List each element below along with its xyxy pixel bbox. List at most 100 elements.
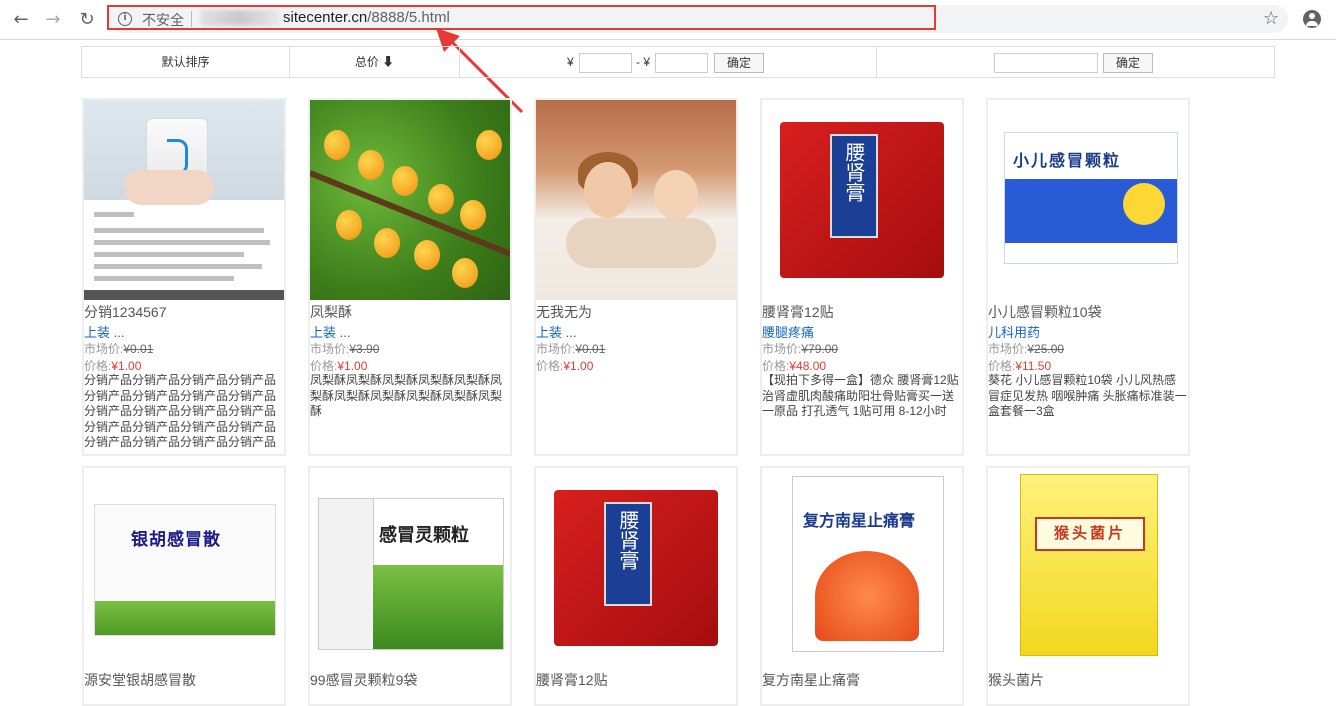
product-card[interactable]: 腰肾膏 腰肾膏12贴: [534, 466, 738, 706]
market-price: 市场价:¥3.90: [310, 340, 510, 357]
price-label: 价格:: [762, 359, 790, 373]
product-image[interactable]: 感冒灵颗粒: [310, 468, 510, 668]
price-max-input[interactable]: [655, 53, 708, 73]
text-line: [94, 264, 262, 269]
product-description: 凤梨酥凤梨酥凤梨酥凤梨酥凤梨酥凤梨酥凤梨酥凤梨酥凤梨酥凤梨酥凤梨酥: [310, 373, 503, 418]
keyword-confirm-button[interactable]: 确定: [1103, 53, 1153, 73]
hand-shape: [124, 170, 214, 205]
medicine-box: 复方南星止痛膏: [792, 476, 944, 652]
market-price-label: 市场价:: [310, 342, 350, 356]
kids-body: [566, 218, 716, 268]
product-title[interactable]: 复方南星止痛膏: [762, 670, 962, 688]
product-card[interactable]: 银胡感冒散 源安堂银胡感冒散: [82, 466, 286, 706]
product-card[interactable]: 感冒灵颗粒 99感冒灵颗粒9袋: [308, 466, 512, 706]
product-card[interactable]: 腰肾膏 腰肾膏12贴 腰腿疼痛 市场价:¥79.00 价格:¥48.00 【现拍…: [760, 98, 964, 456]
label-pane: 腰肾膏: [604, 502, 652, 606]
orange-graphic: [815, 551, 919, 641]
keyword-input[interactable]: [994, 53, 1098, 73]
box-side: [319, 499, 374, 649]
account-icon[interactable]: [1303, 10, 1321, 28]
back-arrow-icon[interactable]: ←: [10, 9, 32, 31]
sale-price: 价格:¥1.00: [84, 357, 284, 373]
price-min-input[interactable]: [579, 53, 632, 73]
market-price-label: 市场价:: [988, 342, 1028, 356]
product-title[interactable]: 凤梨酥: [310, 302, 510, 320]
product-card[interactable]: 凤梨酥 上装 ... 市场价:¥3.90 价格:¥1.00 凤梨酥凤梨酥凤梨酥凤…: [308, 98, 512, 456]
medicine-box: 小儿感冒颗粒: [1004, 132, 1178, 264]
product-image[interactable]: [536, 100, 736, 300]
pack-text: 猴头菌片: [1035, 517, 1145, 551]
sort-price[interactable]: 总价 ⬇: [290, 47, 460, 77]
market-price-label: 市场价:: [536, 342, 576, 356]
product-image[interactable]: 腰肾膏: [536, 468, 736, 668]
sale-price: 价格:¥11.50: [988, 357, 1188, 373]
pack-text: 腰肾膏: [616, 510, 640, 570]
product-title[interactable]: 99感冒灵颗粒9袋: [310, 670, 510, 688]
pack-text: 银胡感冒散: [131, 530, 221, 549]
fruit: [336, 210, 362, 240]
product-title[interactable]: 腰肾膏12贴: [536, 670, 736, 688]
price-value: ¥1.00: [337, 359, 368, 373]
yuan-label: ¥: [567, 55, 574, 69]
fruit: [452, 258, 478, 288]
product-image[interactable]: [84, 100, 284, 300]
market-price-label: 市场价:: [762, 342, 802, 356]
product-category[interactable]: 上装 ...: [310, 322, 510, 340]
fruit: [358, 150, 384, 180]
product-image[interactable]: 腰肾膏: [762, 100, 962, 300]
price-value: ¥1.00: [563, 359, 594, 373]
product-image[interactable]: 小儿感冒颗粒: [988, 100, 1188, 300]
product-image[interactable]: 猴头菌片: [988, 468, 1188, 668]
pack-text: 小儿感冒颗粒: [1013, 153, 1122, 170]
text-line: [94, 276, 234, 281]
product-card[interactable]: 猴头菌片 猴头菌片: [986, 466, 1190, 706]
medicine-box: 感冒灵颗粒: [318, 498, 504, 650]
market-price-label: 市场价:: [84, 342, 124, 356]
fruit: [374, 228, 400, 258]
price-value: ¥11.50: [1015, 359, 1052, 373]
reload-icon[interactable]: ↻: [76, 9, 98, 31]
price-confirm-button[interactable]: 确定: [714, 53, 764, 73]
text-line: [94, 240, 270, 245]
medicine-box: 银胡感冒散: [94, 504, 276, 636]
sort-default[interactable]: 默认排序: [82, 47, 290, 77]
product-title[interactable]: 猴头菌片: [988, 670, 1188, 688]
text-line: [94, 252, 244, 257]
sun-mascot: [1123, 183, 1165, 225]
pack-text: 腰肾膏: [842, 142, 866, 202]
market-price: 市场价:¥25.00: [988, 340, 1188, 357]
product-title[interactable]: 分销1234567: [84, 302, 284, 320]
product-category[interactable]: 上装 ...: [84, 322, 284, 340]
bookmark-star-icon[interactable]: ☆: [1263, 8, 1279, 29]
product-card[interactable]: 小儿感冒颗粒 小儿感冒颗粒10袋 儿科用药 市场价:¥25.00 价格:¥11.…: [986, 98, 1190, 456]
sale-price: 价格:¥1.00: [536, 357, 736, 373]
product-title[interactable]: 腰肾膏12贴: [762, 302, 962, 320]
product-category[interactable]: 上装 ...: [536, 322, 736, 340]
product-image[interactable]: 银胡感冒散: [84, 468, 284, 668]
product-card[interactable]: 无我无为 上装 ... 市场价:¥0.01 价格:¥1.00: [534, 98, 738, 456]
price-label: 价格:: [310, 359, 338, 373]
market-price-value: ¥79.00: [801, 342, 839, 356]
product-category[interactable]: 腰腿疼痛: [762, 322, 962, 340]
label-pane: 腰肾膏: [830, 134, 878, 238]
forward-arrow-icon[interactable]: →: [42, 9, 64, 31]
product-title[interactable]: 源安堂银胡感冒散: [84, 670, 284, 688]
product-title[interactable]: 小儿感冒颗粒10袋: [988, 302, 1188, 320]
market-price: 市场价:¥79.00: [762, 340, 962, 357]
pack-text: 复方南星止痛膏: [803, 513, 916, 530]
market-price-value: ¥25.00: [1027, 342, 1065, 356]
text-line: [94, 228, 264, 233]
product-category[interactable]: 儿科用药: [988, 322, 1188, 340]
product-image[interactable]: [310, 100, 510, 300]
product-title[interactable]: 无我无为: [536, 302, 736, 320]
yuan-dash-label: - ¥: [636, 55, 651, 69]
price-value: ¥1.00: [111, 359, 142, 373]
product-card[interactable]: 复方南星止痛膏 复方南星止痛膏: [760, 466, 964, 706]
filter-bar: 默认排序 总价 ⬇ ¥ - ¥ 确定 确定: [81, 46, 1275, 78]
product-card[interactable]: 分销1234567 上装 ... 市场价:¥0.01 价格:¥1.00 分销产品…: [82, 98, 286, 456]
product-image[interactable]: 复方南星止痛膏: [762, 468, 962, 668]
fruit: [324, 130, 350, 160]
medicine-bottle: 猴头菌片: [1020, 474, 1158, 656]
market-price: 市场价:¥0.01: [536, 340, 736, 357]
grass: [95, 601, 275, 635]
